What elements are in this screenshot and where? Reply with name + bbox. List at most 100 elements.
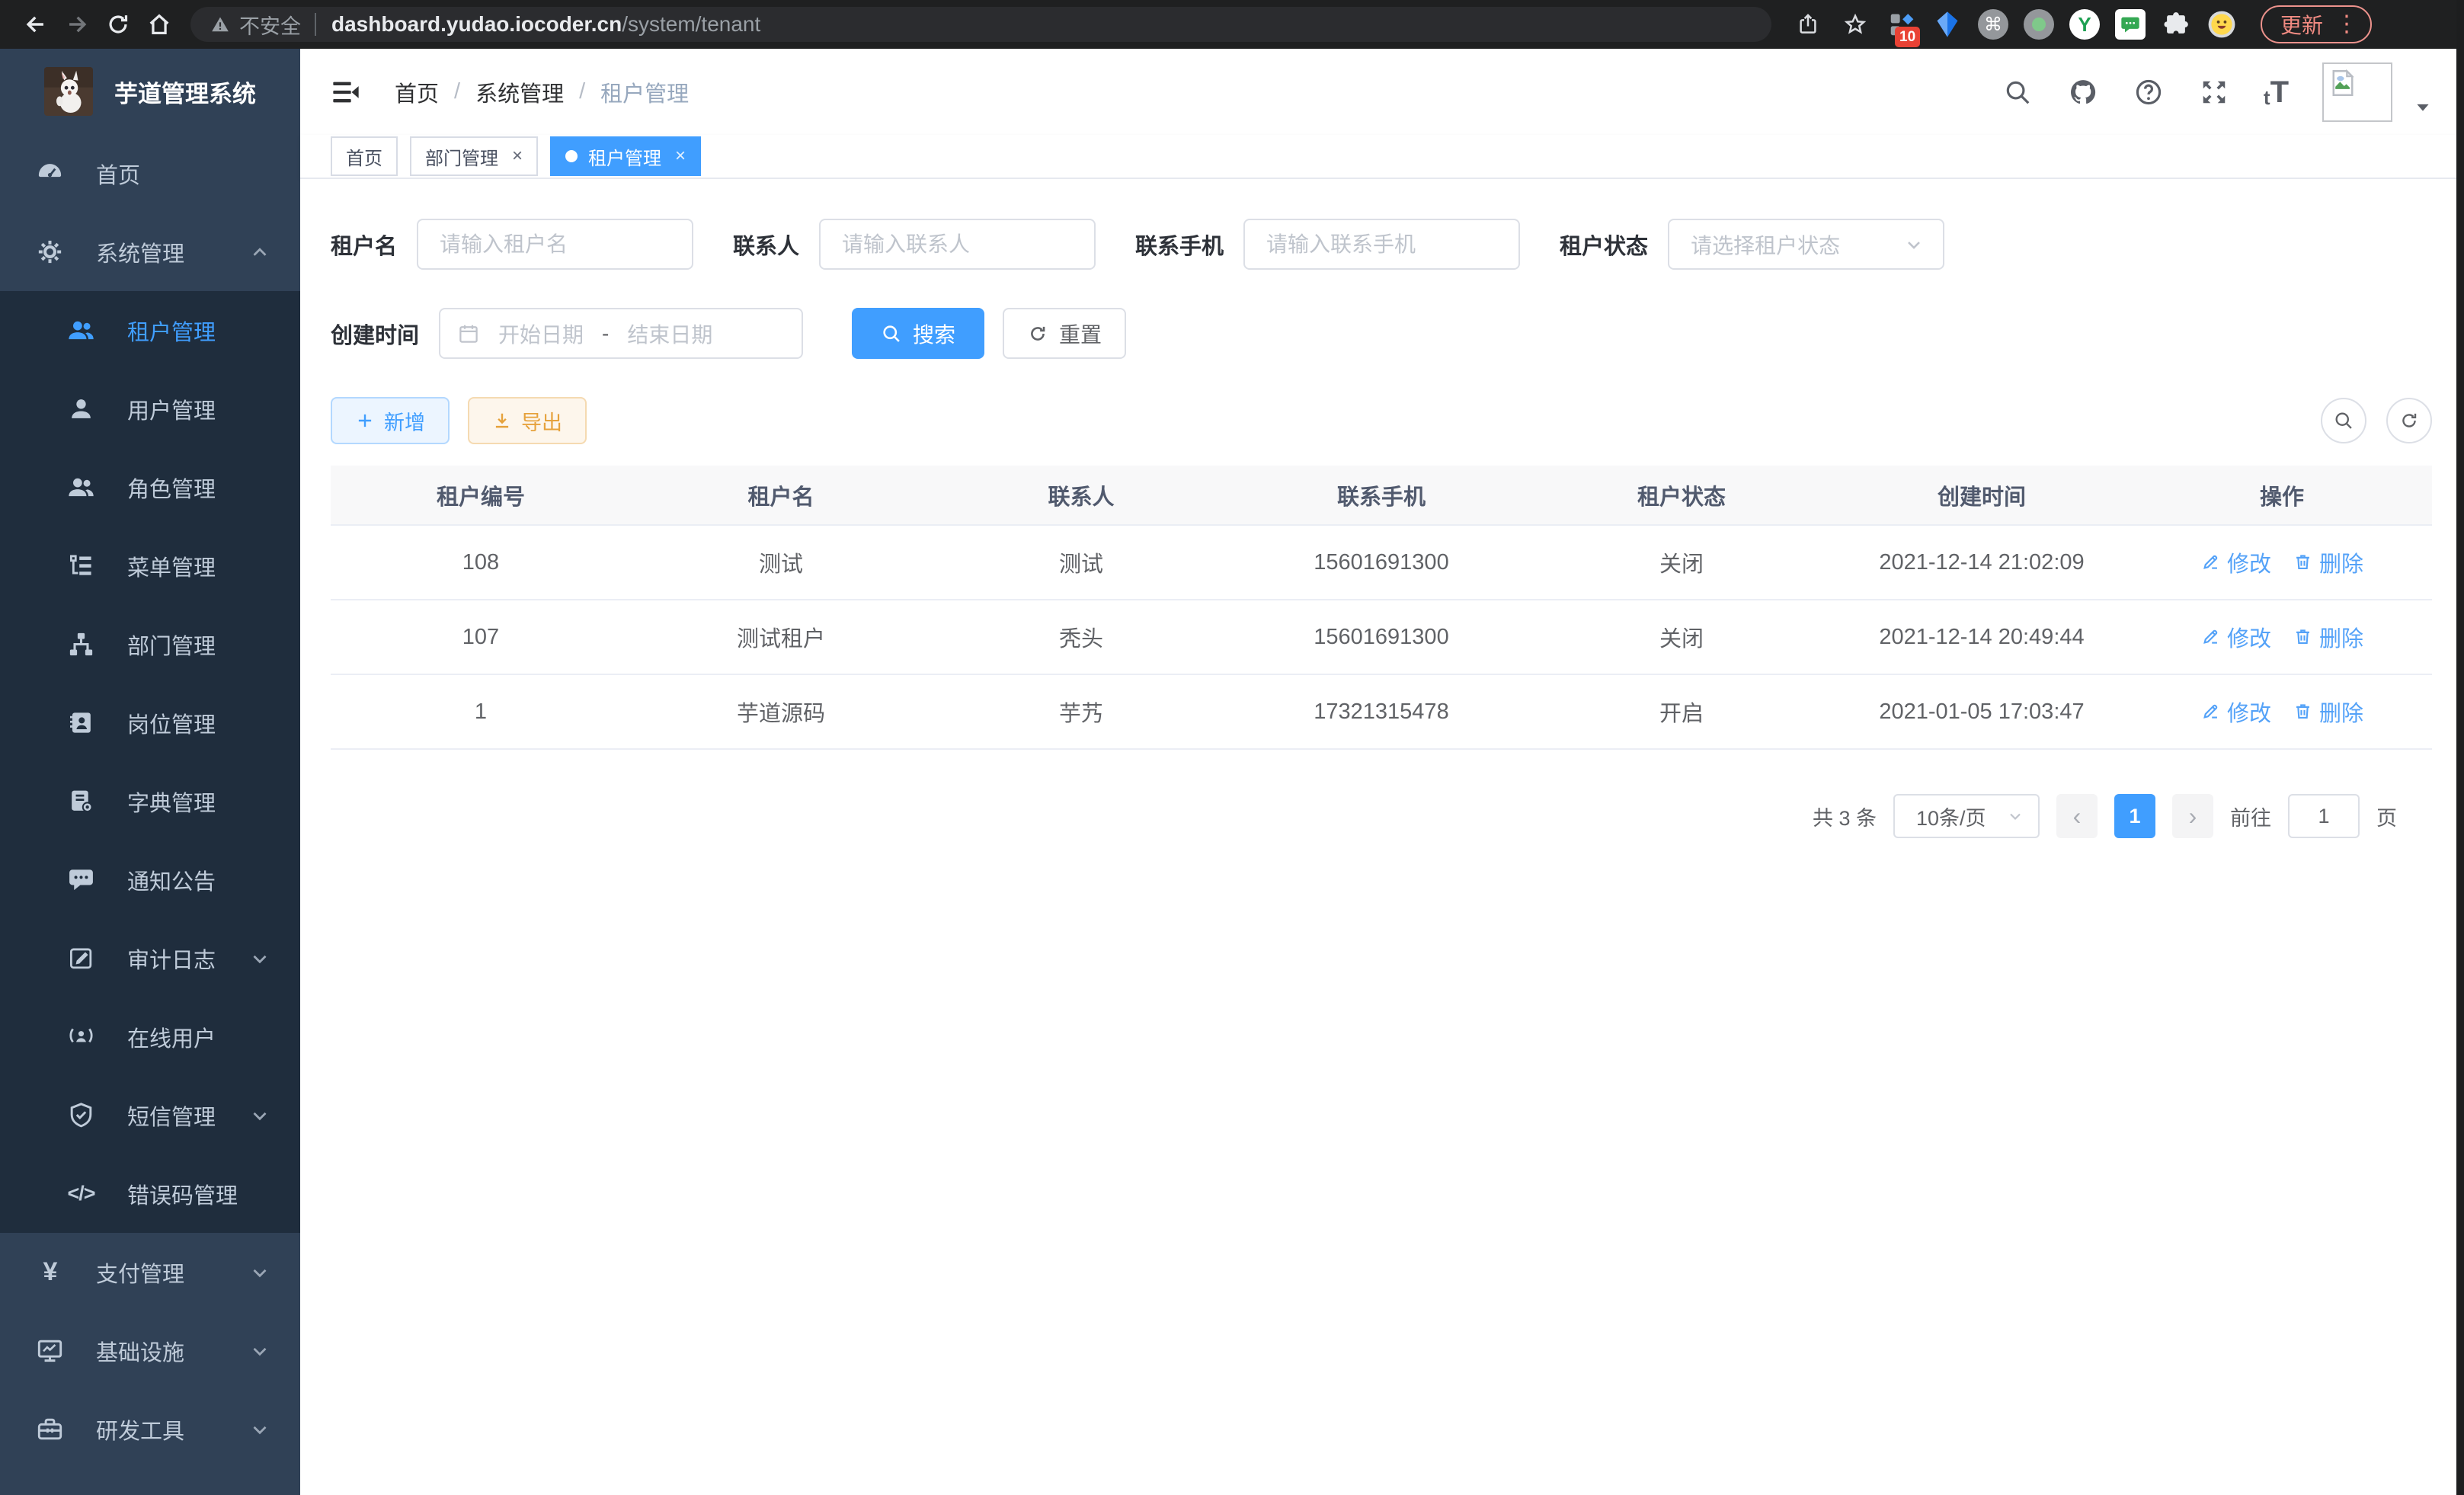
tenant-name-input[interactable] bbox=[417, 219, 693, 270]
col-created: 创建时间 bbox=[1832, 466, 2132, 525]
share-icon[interactable] bbox=[1790, 6, 1826, 43]
sidebar-item-label: 租户管理 bbox=[127, 315, 216, 347]
sidebar-item-notice[interactable]: 通知公告 bbox=[0, 840, 300, 919]
breadcrumb-home[interactable]: 首页 bbox=[395, 76, 439, 108]
sidebar-item-label: 支付管理 bbox=[96, 1257, 184, 1289]
chevron-down-icon bbox=[248, 1340, 271, 1362]
command-extension-icon[interactable]: ⌘ bbox=[1976, 7, 2011, 42]
add-button[interactable]: 新增 bbox=[331, 397, 450, 444]
sidebar-item-label: 首页 bbox=[96, 158, 140, 190]
tab-groups-extension-icon[interactable]: 10 bbox=[1884, 7, 1919, 42]
sidebar-item-home[interactable]: 首页 bbox=[0, 134, 300, 213]
col-tenant-name: 租户名 bbox=[631, 466, 931, 525]
recorder-extension-icon[interactable] bbox=[2021, 7, 2056, 42]
help-icon[interactable] bbox=[2133, 76, 2165, 108]
avatar-caret-icon[interactable] bbox=[2412, 97, 2434, 118]
sidebar-item-online[interactable]: 在线用户 bbox=[0, 997, 300, 1076]
edit-link[interactable]: 修改 bbox=[2200, 546, 2271, 578]
code-icon: </> bbox=[67, 1180, 95, 1208]
sidebar-item-dict[interactable]: 字典管理 bbox=[0, 762, 300, 840]
sidebar-item-label: 系统管理 bbox=[96, 236, 184, 268]
col-contact: 联系人 bbox=[931, 466, 1231, 525]
github-icon[interactable] bbox=[2067, 76, 2099, 108]
browser-back-button[interactable] bbox=[15, 4, 56, 45]
download-icon bbox=[492, 411, 512, 431]
table-row: 108测试测试15601691300关闭2021-12-14 21:02:09修… bbox=[331, 525, 2432, 600]
sidebar-item-errcode[interactable]: </>错误码管理 bbox=[0, 1154, 300, 1233]
browser-home-button[interactable] bbox=[139, 4, 180, 45]
field-contact-name: 联系人 bbox=[733, 219, 1096, 270]
tag-tab-部门管理[interactable]: 部门管理× bbox=[410, 136, 538, 176]
fullscreen-icon[interactable] bbox=[2198, 76, 2230, 108]
delete-link[interactable]: 删除 bbox=[2293, 696, 2363, 728]
field-label: 租户状态 bbox=[1560, 229, 1648, 261]
browser-update-button[interactable]: 更新 ⋮ bbox=[2261, 5, 2372, 43]
font-size-icon[interactable]: tT bbox=[2264, 77, 2289, 107]
edit-link[interactable]: 修改 bbox=[2200, 621, 2271, 653]
not-secure-warning-icon[interactable] bbox=[210, 14, 230, 34]
address-bar[interactable]: 不安全 dashboard.yudao.iocoder.cn/system/te… bbox=[190, 7, 1771, 42]
edit-link-label: 修改 bbox=[2227, 696, 2271, 728]
tag-tab-首页[interactable]: 首页 bbox=[331, 136, 398, 176]
search-button[interactable]: 搜索 bbox=[852, 308, 984, 359]
contact-mobile-input[interactable] bbox=[1243, 219, 1520, 270]
export-button[interactable]: 导出 bbox=[468, 397, 587, 444]
refresh-table-button[interactable] bbox=[2386, 398, 2432, 443]
profile-avatar-icon[interactable] bbox=[2204, 7, 2239, 42]
close-icon[interactable]: × bbox=[672, 146, 686, 167]
table-toolbar: 新增 导出 bbox=[331, 397, 2432, 444]
sidebar-item-infra[interactable]: 基础设施 bbox=[0, 1311, 300, 1390]
sidebar-logo[interactable]: 芋道管理系统 bbox=[0, 49, 300, 134]
sidebar-item-dept[interactable]: 部门管理 bbox=[0, 605, 300, 683]
search-icon[interactable] bbox=[2002, 76, 2034, 108]
sidebar-item-role[interactable]: 角色管理 bbox=[0, 448, 300, 527]
cell-name: 测试租户 bbox=[631, 600, 931, 674]
create-time-range-picker[interactable]: 开始日期 - 结束日期 bbox=[439, 308, 803, 359]
sidebar-item-user[interactable]: 用户管理 bbox=[0, 370, 300, 448]
delete-link[interactable]: 删除 bbox=[2293, 546, 2363, 578]
table-row: 107测试租户秃头15601691300关闭2021-12-14 20:49:4… bbox=[331, 600, 2432, 674]
chat-extension-icon[interactable] bbox=[2113, 7, 2148, 42]
bookmark-star-icon[interactable] bbox=[1837, 6, 1874, 43]
delete-link-label: 删除 bbox=[2319, 696, 2363, 728]
prev-page-button[interactable]: ‹ bbox=[2056, 794, 2098, 838]
sidebar-item-sms[interactable]: 短信管理 bbox=[0, 1076, 300, 1154]
reset-button[interactable]: 重置 bbox=[1003, 308, 1126, 359]
users-icon bbox=[67, 316, 95, 344]
sidebar-item-audit[interactable]: 审计日志 bbox=[0, 919, 300, 997]
sidebar-collapse-icon[interactable] bbox=[331, 75, 364, 109]
sidebar-item-system[interactable]: 系统管理 bbox=[0, 213, 300, 291]
goto-page-input[interactable] bbox=[2288, 794, 2360, 838]
y-extension-icon[interactable]: Y bbox=[2067, 7, 2102, 42]
cell-id: 108 bbox=[331, 525, 631, 600]
kite-extension-icon[interactable] bbox=[1930, 7, 1965, 42]
close-icon[interactable]: × bbox=[509, 146, 523, 167]
delete-link[interactable]: 删除 bbox=[2293, 621, 2363, 653]
sidebar-item-dev[interactable]: 研发工具 bbox=[0, 1390, 300, 1468]
sidebar-item-menu[interactable]: 菜单管理 bbox=[0, 527, 300, 605]
security-label: 不安全 bbox=[239, 10, 301, 40]
browser-refresh-button[interactable] bbox=[98, 4, 139, 45]
online-icon bbox=[67, 1023, 95, 1051]
tenant-status-select[interactable]: 请选择租户状态 bbox=[1668, 219, 1944, 270]
sidebar-item-label: 用户管理 bbox=[127, 393, 216, 425]
edit-link-label: 修改 bbox=[2227, 546, 2271, 578]
user-avatar[interactable] bbox=[2322, 62, 2392, 122]
sidebar-item-tenant[interactable]: 租户管理 bbox=[0, 291, 300, 370]
page-number-1[interactable]: 1 bbox=[2114, 794, 2155, 838]
edit-link[interactable]: 修改 bbox=[2200, 696, 2271, 728]
sidebar-item-post[interactable]: 岗位管理 bbox=[0, 683, 300, 762]
page-size-select[interactable]: 10条/页 bbox=[1893, 794, 2040, 838]
next-page-button[interactable]: › bbox=[2172, 794, 2213, 838]
extensions-puzzle-icon[interactable] bbox=[2158, 7, 2194, 42]
breadcrumb-system[interactable]: 系统管理 bbox=[475, 76, 564, 108]
hide-search-button[interactable] bbox=[2321, 398, 2366, 443]
tag-tab-租户管理[interactable]: 租户管理× bbox=[550, 136, 701, 176]
browser-menu-icon[interactable]: ⋮ bbox=[2331, 13, 2363, 36]
sidebar-item-label: 岗位管理 bbox=[127, 707, 216, 739]
cell-created: 2021-01-05 17:03:47 bbox=[1832, 674, 2132, 749]
browser-forward-button[interactable] bbox=[56, 4, 98, 45]
contact-name-input[interactable] bbox=[819, 219, 1096, 270]
sidebar-item-pay[interactable]: ¥支付管理 bbox=[0, 1233, 300, 1311]
sidebar-item-label: 字典管理 bbox=[127, 786, 216, 818]
